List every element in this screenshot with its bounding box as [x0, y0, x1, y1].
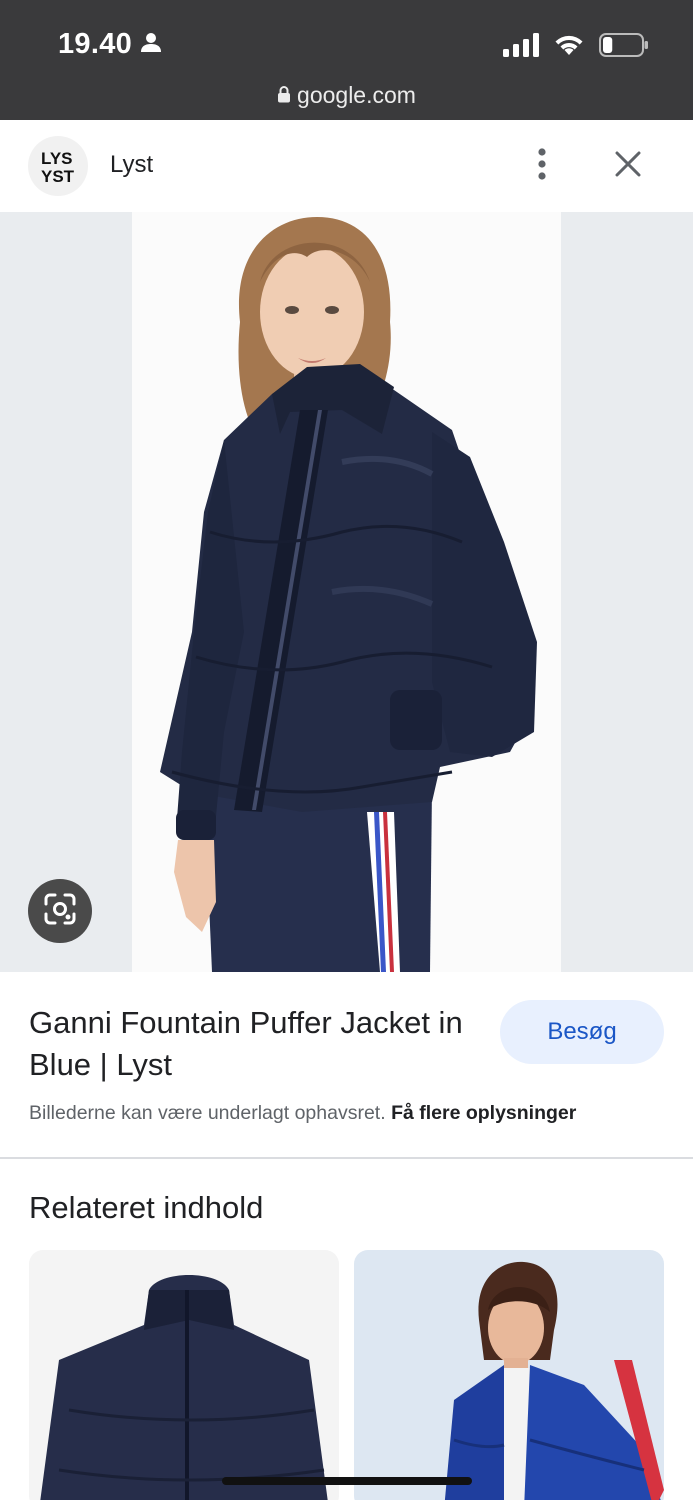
status-bar: 19.40 google.com — [0, 0, 693, 120]
copyright-notice: Billederne kan være underlagt ophavsret.… — [29, 1102, 576, 1125]
url-text: google.com — [297, 82, 416, 108]
person-icon — [140, 28, 162, 61]
result-title[interactable]: Ganni Fountain Puffer Jacket in Blue | L… — [29, 1002, 479, 1086]
system-icons — [503, 32, 649, 63]
related-model-image — [444, 1261, 664, 1500]
lyst-logo[interactable]: LYS YST — [28, 136, 88, 196]
related-item-card[interactable] — [354, 1250, 664, 1500]
close-icon — [614, 150, 642, 183]
url-bar[interactable]: google.com — [0, 82, 693, 109]
source-header: LYS YST Lyst — [0, 120, 693, 212]
home-indicator[interactable] — [222, 1477, 472, 1485]
site-name[interactable]: Lyst — [110, 151, 153, 179]
model-in-puffer-jacket-illustration — [160, 217, 537, 972]
copyright-text: Billederne kan være underlagt ophavsret. — [29, 1102, 386, 1124]
more-options-button[interactable] — [526, 146, 558, 186]
cellular-signal-icon — [503, 33, 539, 62]
time-text: 19.40 — [58, 28, 133, 60]
wifi-icon — [553, 33, 585, 62]
svg-text:LYS: LYS — [41, 149, 73, 168]
google-lens-button[interactable] — [28, 879, 92, 943]
related-heading: Relateret indhold — [29, 1190, 264, 1225]
lock-icon — [277, 82, 291, 109]
product-photo[interactable] — [132, 212, 561, 972]
more-info-link[interactable]: Få flere oplysninger — [391, 1102, 576, 1124]
google-lens-icon — [42, 891, 78, 932]
visit-button[interactable]: Besøg — [500, 1000, 664, 1064]
close-button[interactable] — [606, 144, 650, 188]
related-item-card[interactable] — [29, 1250, 339, 1500]
battery-icon — [599, 32, 649, 63]
image-preview[interactable] — [0, 212, 693, 972]
lyst-logo-mark: LYS YST — [41, 149, 75, 186]
more-vert-icon — [537, 147, 547, 186]
clock: 19.40 — [58, 28, 162, 61]
section-divider — [0, 1157, 693, 1159]
related-jacket-image — [40, 1275, 328, 1500]
svg-text:YST: YST — [41, 167, 75, 186]
